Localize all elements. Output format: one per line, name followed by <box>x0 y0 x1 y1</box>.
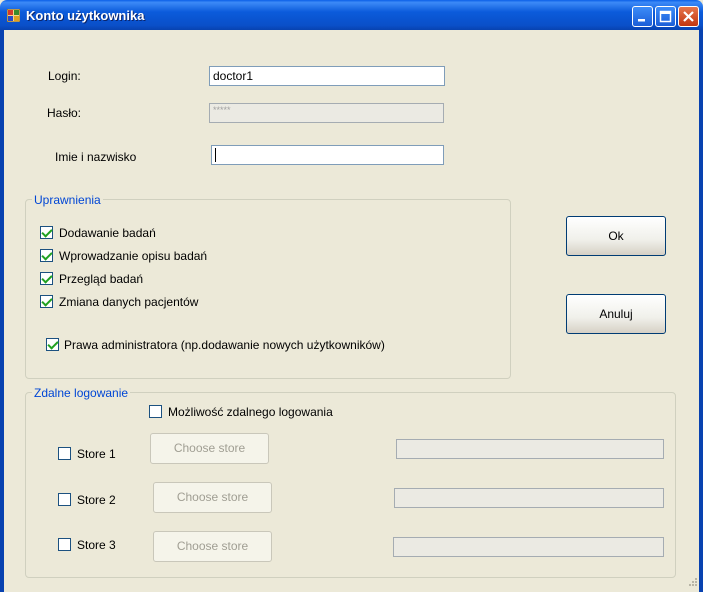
choose-store-1-button[interactable]: Choose store <box>150 433 269 464</box>
checkbox-review-exams[interactable] <box>40 272 53 285</box>
maximize-icon <box>659 10 672 23</box>
checkbox-remote-login[interactable] <box>149 405 162 418</box>
login-label: Login: <box>48 69 81 83</box>
login-input[interactable] <box>209 66 445 86</box>
maximize-button[interactable] <box>655 6 676 27</box>
text-cursor <box>215 148 216 162</box>
store-1-label: Store 1 <box>77 447 116 461</box>
minimize-icon <box>638 19 645 22</box>
checkbox-admin-rights[interactable] <box>46 338 59 351</box>
admin-rights-label: Prawa administratora (np.dodawanie nowyc… <box>64 338 385 352</box>
minimize-button[interactable] <box>632 6 653 27</box>
close-icon <box>683 11 694 22</box>
exam-description-label: Wprowadzanie opisu badań <box>59 249 208 263</box>
app-icon <box>7 9 20 22</box>
checkbox-store-3[interactable] <box>58 538 71 551</box>
ok-button[interactable]: Ok <box>566 216 666 256</box>
edit-patients-label: Zmiana danych pacjentów <box>59 295 199 309</box>
checkbox-add-exams[interactable] <box>40 226 53 239</box>
store-2-path-field[interactable] <box>394 488 664 508</box>
remote-login-label: Możliwość zdalnego logowania <box>168 405 333 419</box>
checkbox-exam-description[interactable] <box>40 249 53 262</box>
window-frame-left <box>0 30 4 592</box>
review-exams-label: Przegląd badań <box>59 272 144 286</box>
add-exams-label: Dodawanie badań <box>59 226 156 240</box>
resize-grip-icon[interactable] <box>686 577 698 589</box>
window-frame-right <box>699 30 703 592</box>
permissions-group-title: Uprawnienia <box>32 193 103 207</box>
store-1-path-field[interactable] <box>396 439 664 459</box>
store-3-label: Store 3 <box>77 538 116 552</box>
name-input[interactable] <box>211 145 444 165</box>
password-input[interactable]: ***** <box>209 103 444 123</box>
checkbox-store-1[interactable] <box>58 447 71 460</box>
password-label: Hasło: <box>47 106 82 120</box>
choose-store-2-button[interactable]: Choose store <box>153 482 272 513</box>
remote-login-group-title: Zdalne logowanie <box>32 386 131 400</box>
checkbox-store-2[interactable] <box>58 493 71 506</box>
store-2-label: Store 2 <box>77 493 116 507</box>
store-3-path-field[interactable] <box>393 537 664 557</box>
checkbox-edit-patients[interactable] <box>40 295 53 308</box>
choose-store-3-button[interactable]: Choose store <box>153 531 272 562</box>
cancel-button[interactable]: Anuluj <box>566 294 666 334</box>
close-button[interactable] <box>678 6 699 27</box>
name-label: Imie i nazwisko <box>55 150 137 164</box>
window-title: Konto użytkownika <box>26 8 145 23</box>
